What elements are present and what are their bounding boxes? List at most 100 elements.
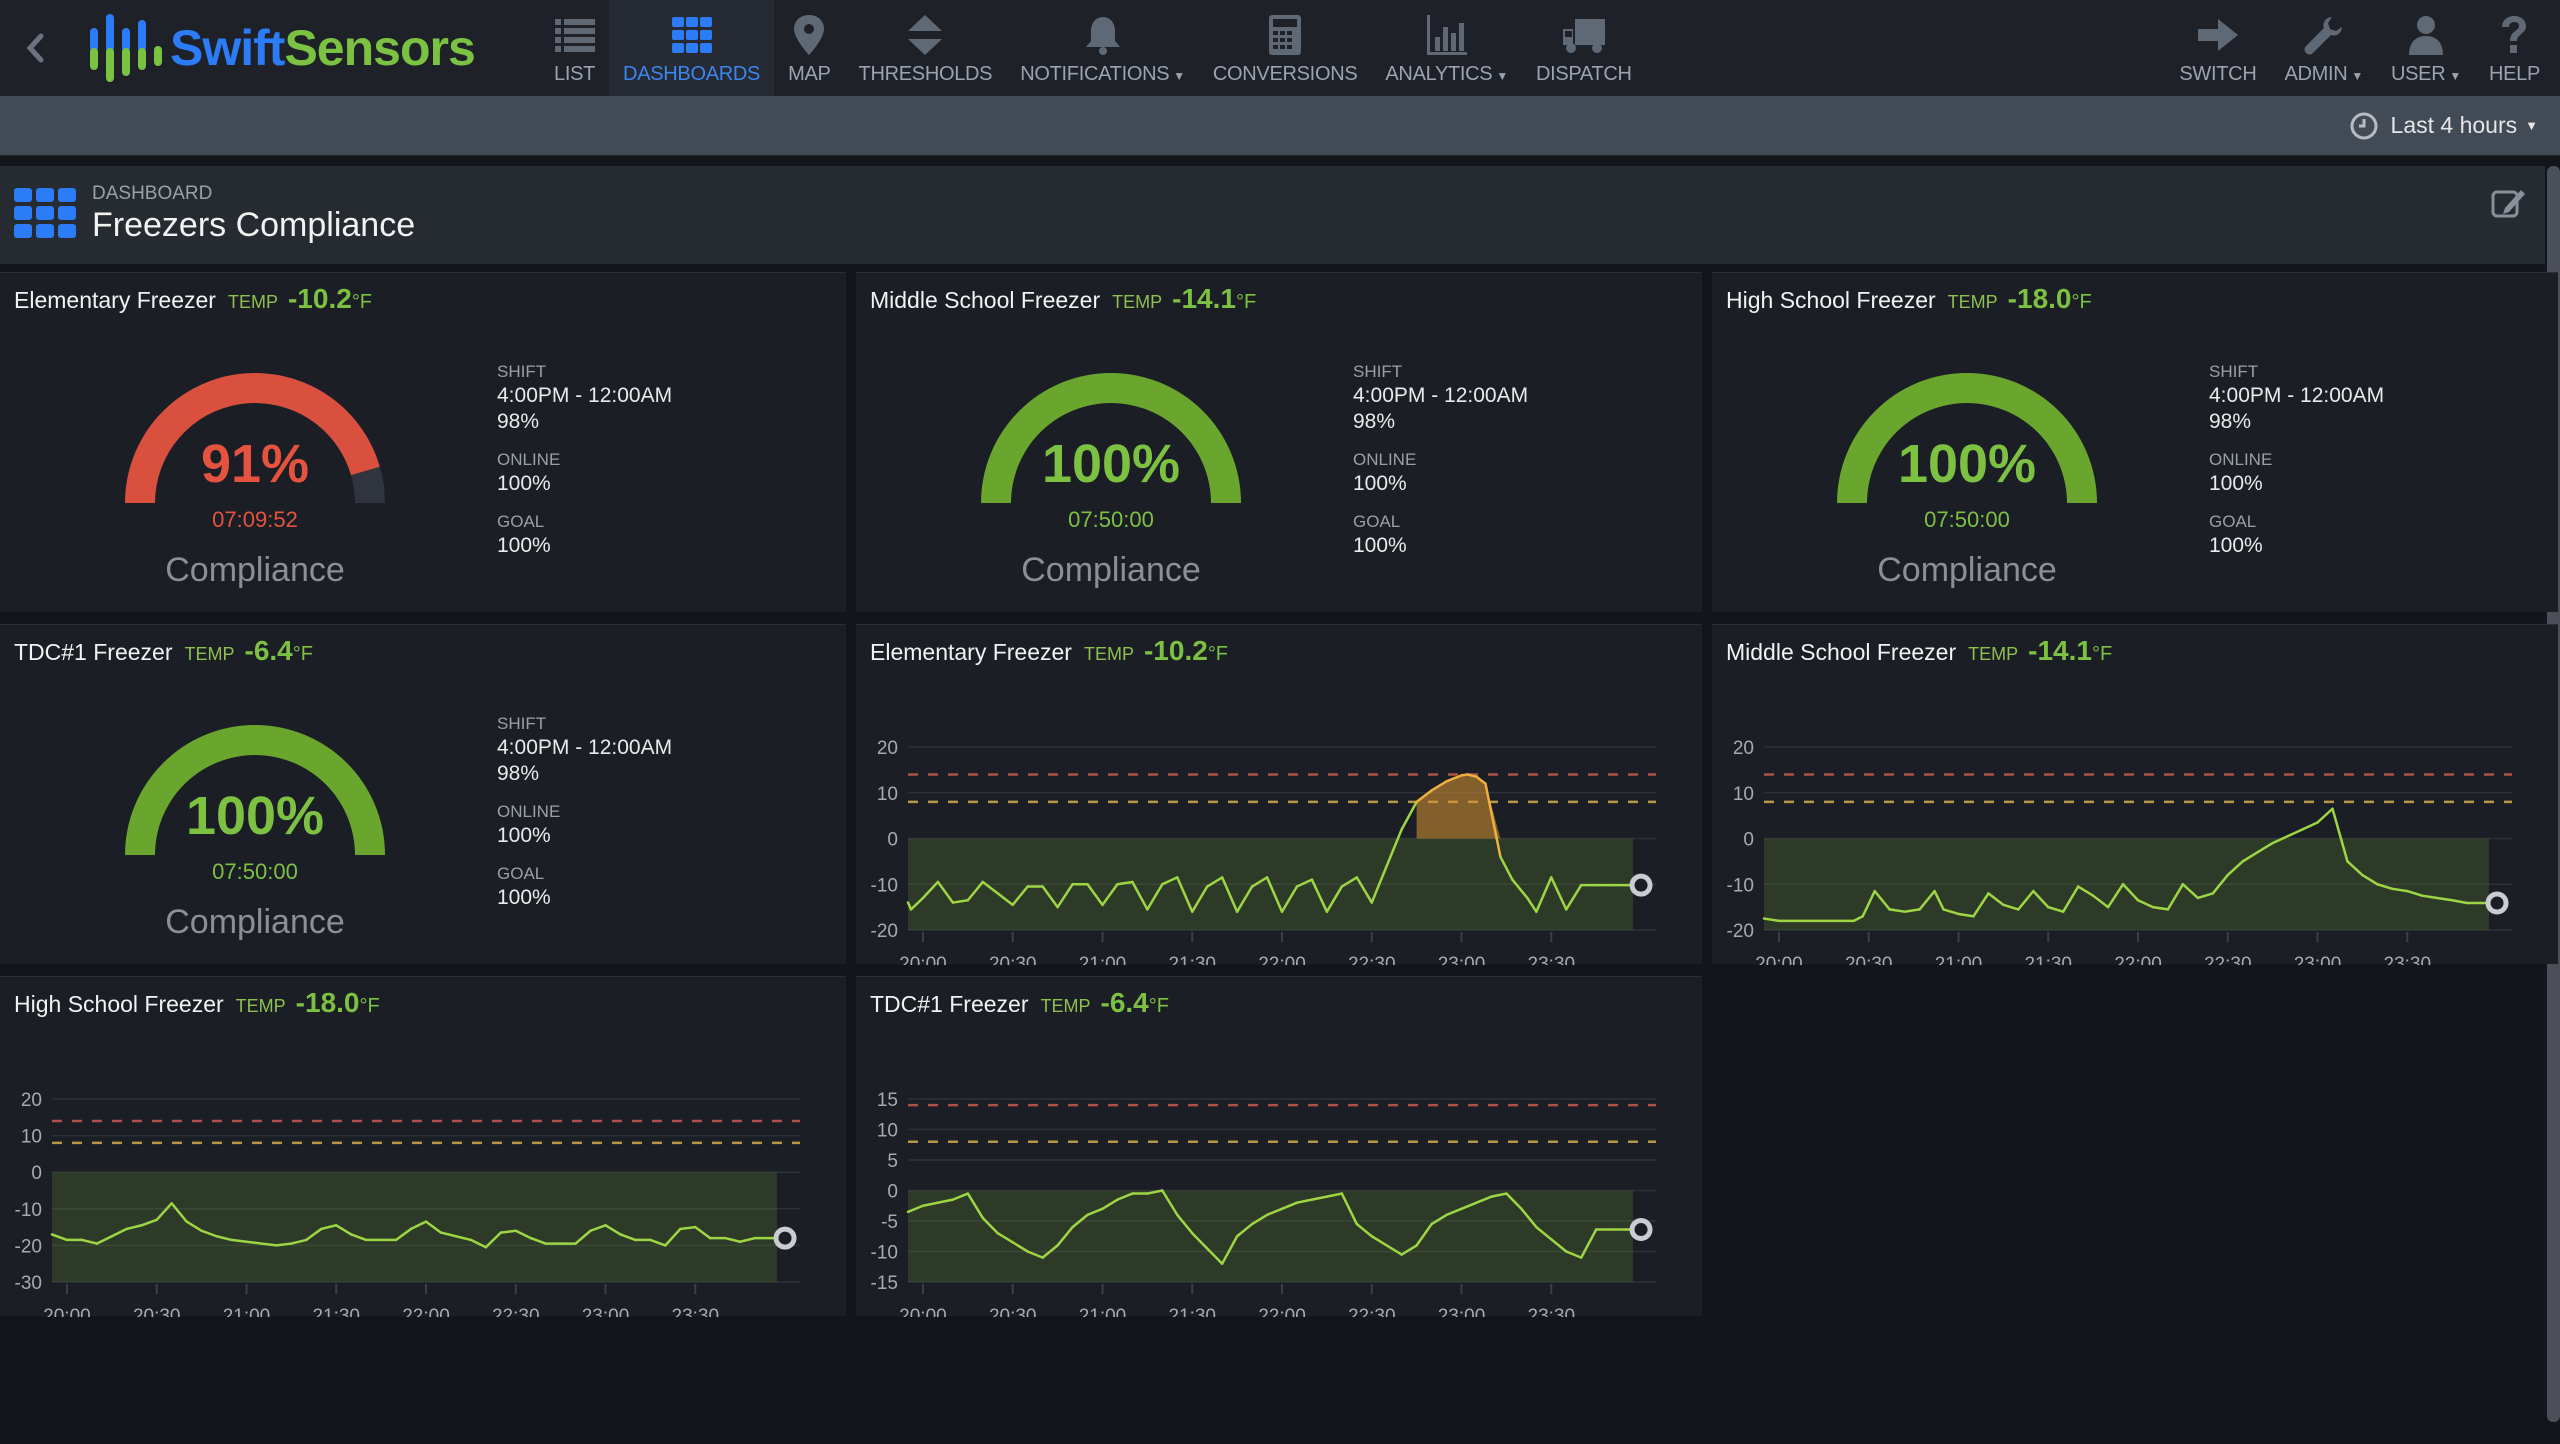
nav-label-text: NOTIFICATIONS <box>1020 63 1170 85</box>
temp-value: -14.1 <box>1172 283 1236 314</box>
y-tick-label: 0 <box>887 1182 898 1203</box>
dashboard-label: DASHBOARD <box>92 183 213 204</box>
online-label: ONLINE <box>1353 450 1417 469</box>
nav-item-analytics[interactable]: ANALYTICS ▼ <box>1371 0 1522 96</box>
x-tick-label: 21:30 <box>1168 954 1216 965</box>
back-button[interactable] <box>0 0 70 96</box>
nav-label-text: LIST <box>554 63 596 85</box>
temperature-chart[interactable]: 20 10 0 -10 -20 20:00 20:30 21:00 21:30 22:00 22:3… <box>856 685 1702 975</box>
current-value-marker[interactable] <box>1629 873 1653 897</box>
y-tick-label: 0 <box>887 830 898 851</box>
chart-panel: High School Freezer TEMP -18.0 °F 20 10 0 -10 -2… <box>0 976 846 1327</box>
caret-down-icon: ▼ <box>1173 69 1185 83</box>
online-value: 100% <box>497 824 551 847</box>
y-tick-label: -20 <box>15 1236 42 1257</box>
sensor-name[interactable]: TDC#1 Freezer <box>870 991 1028 1018</box>
grid-icon <box>671 13 712 57</box>
caret-down-icon: ▼ <box>2449 69 2461 83</box>
nav-item-user[interactable]: USER ▼ <box>2377 0 2475 96</box>
temperature-chart[interactable]: 20 10 0 -10 -20 -30 20:00 20:30 21:00 21:30 22:00 2… <box>0 1037 846 1327</box>
nav-item-dispatch[interactable]: DISPATCH <box>1522 0 1646 96</box>
nav-item-map[interactable]: MAP <box>774 0 844 96</box>
compliance-duration: 07:50:00 <box>1068 507 1154 532</box>
shift-label: SHIFT <box>2209 362 2259 381</box>
nav-item-switch[interactable]: SWITCH <box>2165 0 2270 96</box>
goal-value: 100% <box>497 886 551 909</box>
top-navigation: SwiftSensors LIST DASHBOARDS MAP THRESHOLDS… <box>0 0 2560 96</box>
nav-item-label: SWITCH <box>2179 63 2256 86</box>
panel-title: TDC#1 Freezer TEMP -6.4 °F <box>870 987 1169 1019</box>
x-tick-label: 22:00 <box>1258 1306 1306 1317</box>
nav-item-help[interactable]: HELP <box>2475 0 2554 96</box>
temp-unit: °F <box>359 995 380 1017</box>
sensor-name[interactable]: High School Freezer <box>14 991 224 1018</box>
temperature-chart[interactable]: 20 10 0 -10 -20 20:00 20:30 21:00 21:30 22:00 22:3… <box>1712 685 2558 975</box>
x-tick-label: 20:30 <box>1845 954 1893 965</box>
temp-unit: °F <box>2071 291 2092 313</box>
current-value-marker[interactable] <box>773 1226 797 1250</box>
x-tick-label: 21:00 <box>223 1306 271 1317</box>
shift-value: 4:00PM - 12:00AM <box>2209 384 2385 407</box>
nav-item-admin[interactable]: ADMIN ▼ <box>2270 0 2377 96</box>
nav-item-label: MAP <box>788 63 831 86</box>
online-label: ONLINE <box>2209 450 2273 469</box>
nav-item-list[interactable]: LIST <box>540 0 609 96</box>
temp-label: TEMP <box>1947 292 1998 312</box>
goal-label: GOAL <box>497 512 545 531</box>
y-tick-label: 10 <box>877 1121 898 1142</box>
nav-label-text: MAP <box>788 63 831 85</box>
series-segment <box>2316 807 2334 824</box>
compliance-stats: SHIFT 4:00PM - 12:00AM 98% ONLINE 100% GOAL 10… <box>497 361 672 559</box>
compliance-panel: High School Freezer TEMP -18.0 °F 100% 07:50:… <box>1712 272 2558 612</box>
nav-item-conversions[interactable]: CONVERSIONS <box>1199 0 1372 96</box>
nav-item-thresholds[interactable]: THRESHOLDS <box>845 0 1007 96</box>
swiftsensors-logo[interactable]: SwiftSensors <box>70 0 540 96</box>
sensor-name[interactable]: TDC#1 Freezer <box>14 639 172 666</box>
question-icon <box>2500 13 2528 57</box>
goal-value: 100% <box>2209 534 2263 557</box>
sensor-name[interactable]: Middle School Freezer <box>870 287 1100 314</box>
y-tick-label: -30 <box>15 1273 42 1294</box>
sensor-name[interactable]: High School Freezer <box>1726 287 1936 314</box>
y-tick-label: -20 <box>1727 921 1754 942</box>
temp-unit: °F <box>2091 643 2113 665</box>
sensor-name[interactable]: Middle School Freezer <box>1726 639 1956 666</box>
temp-label: TEMP <box>1040 996 1091 1016</box>
current-value-marker[interactable] <box>1629 1218 1653 1242</box>
nav-item-label: ADMIN ▼ <box>2284 63 2363 86</box>
caret-down-icon: ▼ <box>1496 69 1508 83</box>
x-tick-label: 22:30 <box>2204 954 2252 965</box>
sensor-name[interactable]: Elementary Freezer <box>14 287 216 314</box>
shift-label: SHIFT <box>1353 362 1403 381</box>
temperature-chart[interactable]: 15 10 5 0 -5 -10 -15 20:00 20:30 21:00 21:30 22:00 2… <box>856 1037 1702 1327</box>
nav-item-label: DISPATCH <box>1536 63 1632 86</box>
nav-item-label: HELP <box>2489 63 2540 86</box>
dashboard-header: DASHBOARD Freezers Compliance <box>0 166 2545 264</box>
edit-dashboard-button[interactable] <box>2491 186 2527 225</box>
temp-label: TEMP <box>1112 292 1163 312</box>
x-tick-label: 20:00 <box>899 954 947 965</box>
time-range-dropdown[interactable]: Last 4 hours ▼ <box>2349 111 2538 141</box>
nav-label-text: SWITCH <box>2179 63 2257 85</box>
shift-value: 4:00PM - 12:00AM <box>1353 384 1529 407</box>
nav-item-notifications[interactable]: NOTIFICATIONS ▼ <box>1006 0 1199 96</box>
nav-item-label: CONVERSIONS <box>1213 63 1358 86</box>
online-value: 100% <box>1353 472 1407 495</box>
x-tick-label: 21:30 <box>312 1306 360 1317</box>
nav-label-text: CONVERSIONS <box>1212 63 1358 85</box>
sensor-name[interactable]: Elementary Freezer <box>870 639 1072 666</box>
x-tick-label: 22:00 <box>2114 954 2162 965</box>
nav-item-label: THRESHOLDS <box>859 63 993 86</box>
y-tick-label: -5 <box>881 1212 898 1233</box>
shift-value: 4:00PM - 12:00AM <box>497 736 673 759</box>
calculator-icon <box>1269 13 1302 57</box>
nav-label-text: ADMIN <box>2284 63 2348 85</box>
y-tick-label: 20 <box>21 1090 42 1111</box>
goal-value: 100% <box>1353 534 1407 557</box>
logo-mark-icon <box>90 14 162 82</box>
y-tick-label: 15 <box>877 1090 898 1111</box>
thresholds-icon <box>908 13 943 57</box>
current-value-marker[interactable] <box>2485 891 2509 915</box>
y-tick-label: -10 <box>871 875 898 896</box>
nav-item-dashboards[interactable]: DASHBOARDS <box>609 0 775 96</box>
